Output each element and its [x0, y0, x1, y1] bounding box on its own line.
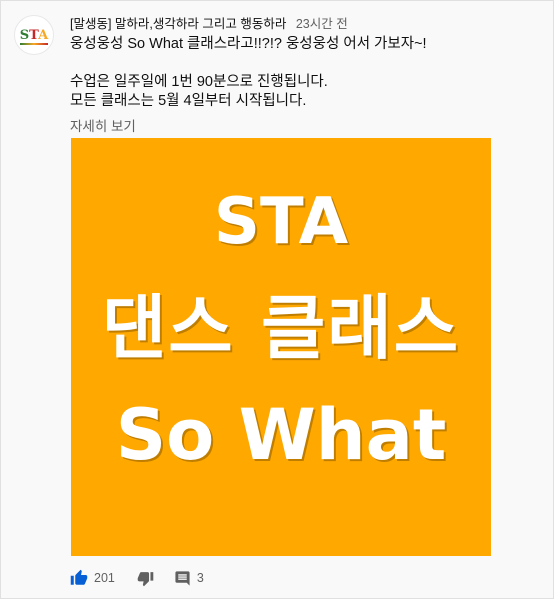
comment-count: 3: [196, 571, 204, 585]
post-header: [말생동] 말하라,생각하라 그리고 행동하라 23시간 전: [70, 13, 348, 32]
thumb-up-icon: [70, 569, 88, 585]
thumb-down-icon: [137, 571, 154, 586]
post-text-line: 웅성웅성 So What 클래스라고!!?!? 웅성웅성 어서 가보자~!: [70, 36, 427, 52]
post-image[interactable]: STA 댄스 클래스 So What: [71, 138, 491, 556]
post-body: 웅성웅성 So What 클래스라고!!?!? 웅성웅성 어서 가보자~! 수업…: [70, 35, 540, 111]
comment-button[interactable]: 3: [174, 570, 204, 587]
community-post: STA [말생동] 말하라,생각하라 그리고 행동하라 23시간 전 웅성웅성 …: [0, 0, 554, 599]
image-title-dance-class: 댄스 클래스: [101, 287, 461, 369]
like-count: 201: [94, 571, 115, 585]
post-actions: 201 3: [70, 569, 204, 587]
image-title-sta: STA: [213, 185, 349, 259]
sta-logo: STA: [19, 27, 49, 45]
image-title-so-what: So What: [115, 394, 447, 476]
comment-icon: [175, 570, 190, 586]
channel-name[interactable]: [말생동] 말하라,생각하라 그리고 행동하라: [70, 17, 286, 31]
dislike-button[interactable]: [137, 570, 154, 587]
post-text-line: 모든 클래스는 5월 4일부터 시작됩니다.: [70, 93, 307, 109]
post-text-line: 수업은 일주일에 1번 90분으로 진행됩니다.: [70, 74, 328, 90]
read-more-link[interactable]: 자세히 보기: [70, 115, 136, 135]
like-button[interactable]: 201: [70, 569, 115, 587]
post-time[interactable]: 23시간 전: [296, 17, 348, 31]
channel-avatar[interactable]: STA: [14, 15, 54, 55]
